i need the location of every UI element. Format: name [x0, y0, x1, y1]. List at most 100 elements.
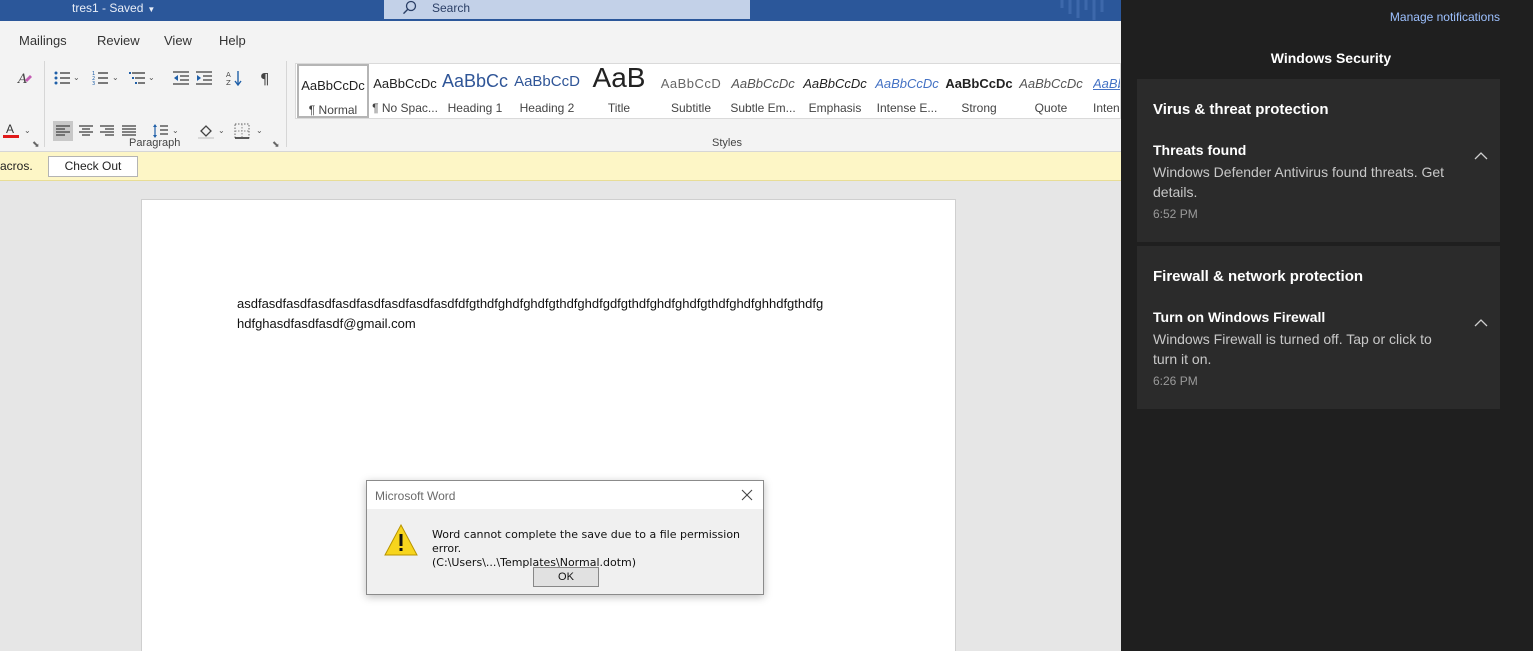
voice-waveform-icon	[1060, 0, 1104, 20]
style-name: Quote	[1034, 101, 1068, 115]
style-heading-2[interactable]: AaBbCcD Heading 2	[511, 64, 583, 118]
style-name: ¶ No Spac...	[372, 101, 438, 115]
style-sample: AaBbCcDc	[1019, 76, 1083, 91]
borders-icon[interactable]	[233, 122, 251, 140]
chevron-up-icon[interactable]	[1474, 318, 1488, 328]
group-label-paragraph: Paragraph	[129, 137, 181, 149]
style-title[interactable]: AaB Title	[583, 64, 655, 118]
align-left-icon[interactable]	[53, 121, 73, 141]
line-spacing-dropdown-icon[interactable]: ⌄	[172, 126, 179, 135]
search-label: Search	[432, 1, 471, 15]
title-bar: tres1 - Saved ▼ Search	[0, 0, 1121, 21]
bullets-icon[interactable]	[53, 69, 71, 87]
svg-text:3: 3	[92, 81, 95, 86]
dialog-message: Word cannot complete the save due to a f…	[432, 528, 763, 570]
dialog-message-line-1: Word cannot complete the save due to a f…	[432, 528, 741, 555]
style-sample: AaBbCcD	[660, 76, 722, 91]
svg-text:A: A	[6, 122, 14, 136]
style-no-spacing[interactable]: AaBbCcDc ¶ No Spac...	[369, 64, 441, 118]
style-name: Intens	[1093, 101, 1120, 115]
group-separator	[44, 61, 45, 147]
style-subtle-emphasis[interactable]: AaBbCcDc Subtle Em...	[727, 64, 799, 118]
style-sample: AaBbCcD	[514, 73, 580, 90]
document-title-text: tres1 - Saved	[72, 1, 144, 15]
style-sample: AaBbCcDc	[731, 76, 795, 91]
notification-card[interactable]: Virus & threat protection Threats found …	[1137, 79, 1500, 242]
style-name: ¶ Normal	[308, 103, 358, 117]
manage-notifications-link[interactable]: Manage notifications	[1390, 10, 1500, 24]
search-icon	[402, 0, 418, 17]
style-strong[interactable]: AaBbCcDc Strong	[943, 64, 1015, 118]
chevron-down-icon[interactable]: ▼	[147, 5, 155, 14]
styles-gallery: AaBbCcDc ¶ Normal AaBbCcDc ¶ No Spac... …	[295, 63, 1121, 119]
numbering-icon[interactable]: 123	[91, 69, 109, 87]
style-name: Heading 1	[447, 101, 503, 115]
style-subtitle[interactable]: AaBbCcD Subtitle	[655, 64, 727, 118]
multilevel-dropdown-icon[interactable]: ⌄	[148, 73, 155, 82]
align-center-icon[interactable]	[77, 122, 95, 140]
style-name: Intense E...	[876, 101, 938, 115]
close-icon[interactable]	[739, 487, 755, 503]
style-intense-quote[interactable]: AaBbCcDc Intens	[1087, 64, 1120, 118]
clear-formatting-icon[interactable]: A	[15, 69, 33, 87]
error-dialog: Microsoft Word Word cannot complete the …	[366, 480, 764, 595]
notification-app-name: Windows Security	[1270, 50, 1392, 66]
style-sample: AaBbCcDc	[373, 76, 437, 91]
font-color-dropdown-icon[interactable]: ⌄	[24, 126, 31, 135]
style-name: Heading 2	[519, 101, 575, 115]
style-sample: AaBbCcDc	[1093, 76, 1120, 91]
style-name: Title	[607, 101, 631, 115]
message-bar-text: acros.	[0, 159, 33, 173]
font-color-icon[interactable]: A	[2, 121, 20, 139]
search-box[interactable]: Search	[384, 0, 750, 19]
check-out-button[interactable]: Check Out	[48, 156, 138, 177]
multilevel-list-icon[interactable]	[128, 69, 146, 87]
notification-category: Firewall & network protection	[1153, 268, 1364, 285]
style-emphasis[interactable]: AaBbCcDc Emphasis	[799, 64, 871, 118]
sort-icon[interactable]: AZ	[225, 69, 243, 87]
document-title[interactable]: tres1 - Saved ▼	[72, 1, 155, 15]
tab-mailings[interactable]: Mailings	[19, 33, 67, 48]
numbering-dropdown-icon[interactable]: ⌄	[112, 73, 119, 82]
style-sample: AaBbCcDc	[301, 78, 365, 93]
style-quote[interactable]: AaBbCcDc Quote	[1015, 64, 1087, 118]
tab-review[interactable]: Review	[97, 33, 140, 48]
shading-icon[interactable]	[197, 122, 215, 140]
action-center-panel: Manage notifications Windows Security Vi…	[1121, 0, 1533, 651]
notification-title: Turn on Windows Firewall	[1153, 309, 1326, 325]
show-formatting-marks-icon[interactable]: ¶	[257, 69, 275, 87]
tab-view[interactable]: View	[164, 33, 192, 48]
style-sample: AaBbCc	[441, 71, 509, 91]
notification-title: Threats found	[1153, 142, 1247, 158]
decrease-indent-icon[interactable]	[172, 69, 190, 87]
style-intense-emphasis[interactable]: AaBbCcDc Intense E...	[871, 64, 943, 118]
align-right-icon[interactable]	[98, 122, 116, 140]
notification-body: Windows Defender Antivirus found threats…	[1153, 164, 1445, 200]
shading-dropdown-icon[interactable]: ⌄	[218, 126, 225, 135]
svg-text:A: A	[226, 71, 231, 79]
tab-help[interactable]: Help	[219, 33, 246, 48]
notification-body: Windows Firewall is turned off. Tap or c…	[1153, 331, 1432, 367]
document-text-line-1[interactable]: asdfasdfasdfasdfasdfasdfasdfasdfasdfdfgt…	[237, 296, 823, 311]
font-dialog-launcher-icon[interactable]: ⬊	[32, 139, 40, 150]
notification-card[interactable]: Firewall & network protection Turn on Wi…	[1137, 246, 1500, 409]
chevron-up-icon[interactable]	[1474, 151, 1488, 161]
bullets-dropdown-icon[interactable]: ⌄	[73, 73, 80, 82]
style-sample: AaB	[592, 63, 646, 93]
paragraph-dialog-launcher-icon[interactable]: ⬊	[272, 139, 280, 150]
style-name: Subtle Em...	[730, 101, 796, 115]
increase-indent-icon[interactable]	[195, 69, 213, 87]
style-heading-1[interactable]: AaBbCc Heading 1	[439, 64, 511, 118]
style-name: Subtitle	[670, 101, 712, 115]
style-name: Strong	[961, 101, 997, 115]
ribbon-tabs: Mailings Review View Help	[0, 21, 1121, 59]
group-separator	[286, 61, 287, 147]
style-normal[interactable]: AaBbCcDc ¶ Normal	[297, 64, 369, 118]
style-sample: AaBbCcDc	[803, 76, 867, 91]
ok-button[interactable]: OK	[533, 567, 599, 587]
style-sample: AaBbCcDc	[945, 76, 1013, 91]
document-text-line-2[interactable]: hdfghasdfasdfasdf@gmail.com	[237, 316, 416, 331]
svg-text:A: A	[17, 72, 27, 86]
notification-category: Virus & threat protection	[1153, 101, 1329, 118]
borders-dropdown-icon[interactable]: ⌄	[256, 126, 263, 135]
